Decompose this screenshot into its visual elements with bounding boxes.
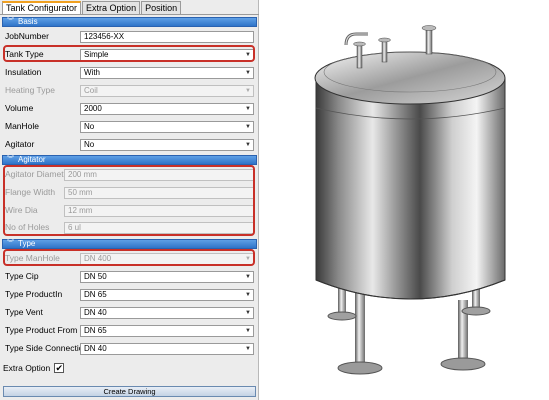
field-label: Type ProductIn — [5, 289, 63, 299]
highlight-agitator-fields — [3, 165, 255, 236]
field-value: DN 50 — [84, 272, 107, 281]
section-title-type: Type — [18, 239, 36, 248]
field-row-jobnumber: JobNumber 123456-XX — [2, 28, 257, 46]
field-row-agitator: Agitator No ▼ — [2, 136, 257, 154]
dropdown-arrow-icon[interactable]: ▼ — [243, 272, 253, 282]
tank-body — [315, 77, 506, 300]
field-label: Type Product From — [5, 325, 78, 335]
tab-extra-option[interactable]: Extra Option — [82, 1, 141, 14]
field-label: ManHole — [5, 121, 40, 131]
create-drawing-button[interactable]: Create Drawing — [3, 386, 256, 397]
tab-bar: Tank Configurator Extra Option Position — [2, 1, 182, 15]
field-value: Coil — [84, 86, 98, 95]
field-label: Agitator — [5, 139, 35, 149]
type-vent-select[interactable]: DN 40 ▼ — [80, 307, 254, 319]
field-label: Insulation — [5, 67, 42, 77]
field-value: DN 40 — [84, 308, 107, 317]
field-row-insulation: Insulation With ▼ — [2, 64, 257, 82]
collapse-chevron-icon[interactable]: ︾ — [7, 18, 14, 26]
type-product-from-select[interactable]: DN 65 ▼ — [80, 325, 254, 337]
dropdown-arrow-icon[interactable]: ▼ — [243, 308, 253, 318]
field-label: Volume — [5, 103, 34, 113]
tank-configurator-panel: Tank Configurator Extra Option Position … — [0, 0, 259, 400]
field-label: Type Side Connection — [5, 343, 89, 353]
tank-3d-preview-image — [314, 25, 506, 375]
field-value: No — [84, 140, 95, 149]
highlight-type-manhole — [3, 249, 255, 266]
agitator-select[interactable]: No ▼ — [80, 139, 254, 151]
dropdown-arrow-icon[interactable]: ▼ — [243, 104, 253, 114]
type-productin-select[interactable]: DN 65 ▼ — [80, 289, 254, 301]
manhole-select[interactable]: No ▼ — [80, 121, 254, 133]
volume-select[interactable]: 2000 ▼ — [80, 103, 254, 115]
dropdown-arrow-icon[interactable]: ▼ — [243, 290, 253, 300]
collapse-chevron-icon[interactable]: ︾ — [7, 156, 14, 164]
field-row-type-side-connection: Type Side Connection DN 40 ▼ — [2, 340, 257, 358]
collapse-chevron-icon[interactable]: ︾ — [7, 240, 14, 248]
tank-lid — [314, 51, 506, 105]
field-row-heating-type: Heating Type Coil ▼ — [2, 82, 257, 100]
field-row-type-product-from: Type Product From DN 65 ▼ — [2, 322, 257, 340]
dropdown-arrow-icon[interactable]: ▼ — [243, 86, 253, 96]
tab-position[interactable]: Position — [141, 1, 182, 14]
dropdown-arrow-icon[interactable]: ▼ — [243, 140, 253, 150]
field-row-manhole: ManHole No ▼ — [2, 118, 257, 136]
field-value: 123456-XX — [84, 32, 125, 41]
field-value: DN 40 — [84, 344, 107, 353]
tab-tank-configurator[interactable]: Tank Configurator — [2, 1, 82, 15]
extra-option-row: Extra Option ✔ — [3, 363, 65, 373]
checkmark-icon: ✔ — [55, 363, 64, 373]
field-value: No — [84, 122, 95, 131]
dropdown-arrow-icon[interactable]: ▼ — [243, 68, 253, 78]
section-header-basis[interactable]: ︾ Basis — [2, 17, 257, 27]
dropdown-arrow-icon[interactable]: ▼ — [243, 326, 253, 336]
extra-option-checkbox[interactable]: ✔ — [54, 363, 65, 373]
field-label: Type Vent — [5, 307, 43, 317]
field-value: 2000 — [84, 104, 102, 113]
dropdown-arrow-icon[interactable]: ▼ — [243, 122, 253, 132]
jobnumber-input[interactable]: 123456-XX — [80, 31, 254, 43]
tab-divider — [0, 14, 259, 15]
highlight-tank-type — [3, 45, 255, 62]
insulation-select[interactable]: With ▼ — [80, 67, 254, 79]
field-row-type-cip: Type Cip DN 50 ▼ — [2, 268, 257, 286]
field-row-volume: Volume 2000 ▼ — [2, 100, 257, 118]
field-row-type-vent: Type Vent DN 40 ▼ — [2, 304, 257, 322]
field-value: DN 65 — [84, 290, 107, 299]
dropdown-arrow-icon[interactable]: ▼ — [243, 344, 253, 354]
field-label: Type Cip — [5, 271, 39, 281]
field-row-type-productin: Type ProductIn DN 65 ▼ — [2, 286, 257, 304]
field-label: JobNumber — [5, 31, 49, 41]
field-value: With — [84, 68, 100, 77]
section-title-basis: Basis — [18, 17, 38, 26]
type-side-connection-select[interactable]: DN 40 ▼ — [80, 343, 254, 355]
field-value: DN 65 — [84, 326, 107, 335]
section-header-type[interactable]: ︾ Type — [2, 239, 257, 249]
extra-option-label: Extra Option — [3, 363, 51, 373]
section-header-agitator[interactable]: ︾ Agitator — [2, 155, 257, 165]
heating-type-select[interactable]: Coil ▼ — [80, 85, 254, 97]
field-label: Heating Type — [5, 85, 55, 95]
type-cip-select[interactable]: DN 50 ▼ — [80, 271, 254, 283]
section-title-agitator: Agitator — [18, 155, 46, 164]
